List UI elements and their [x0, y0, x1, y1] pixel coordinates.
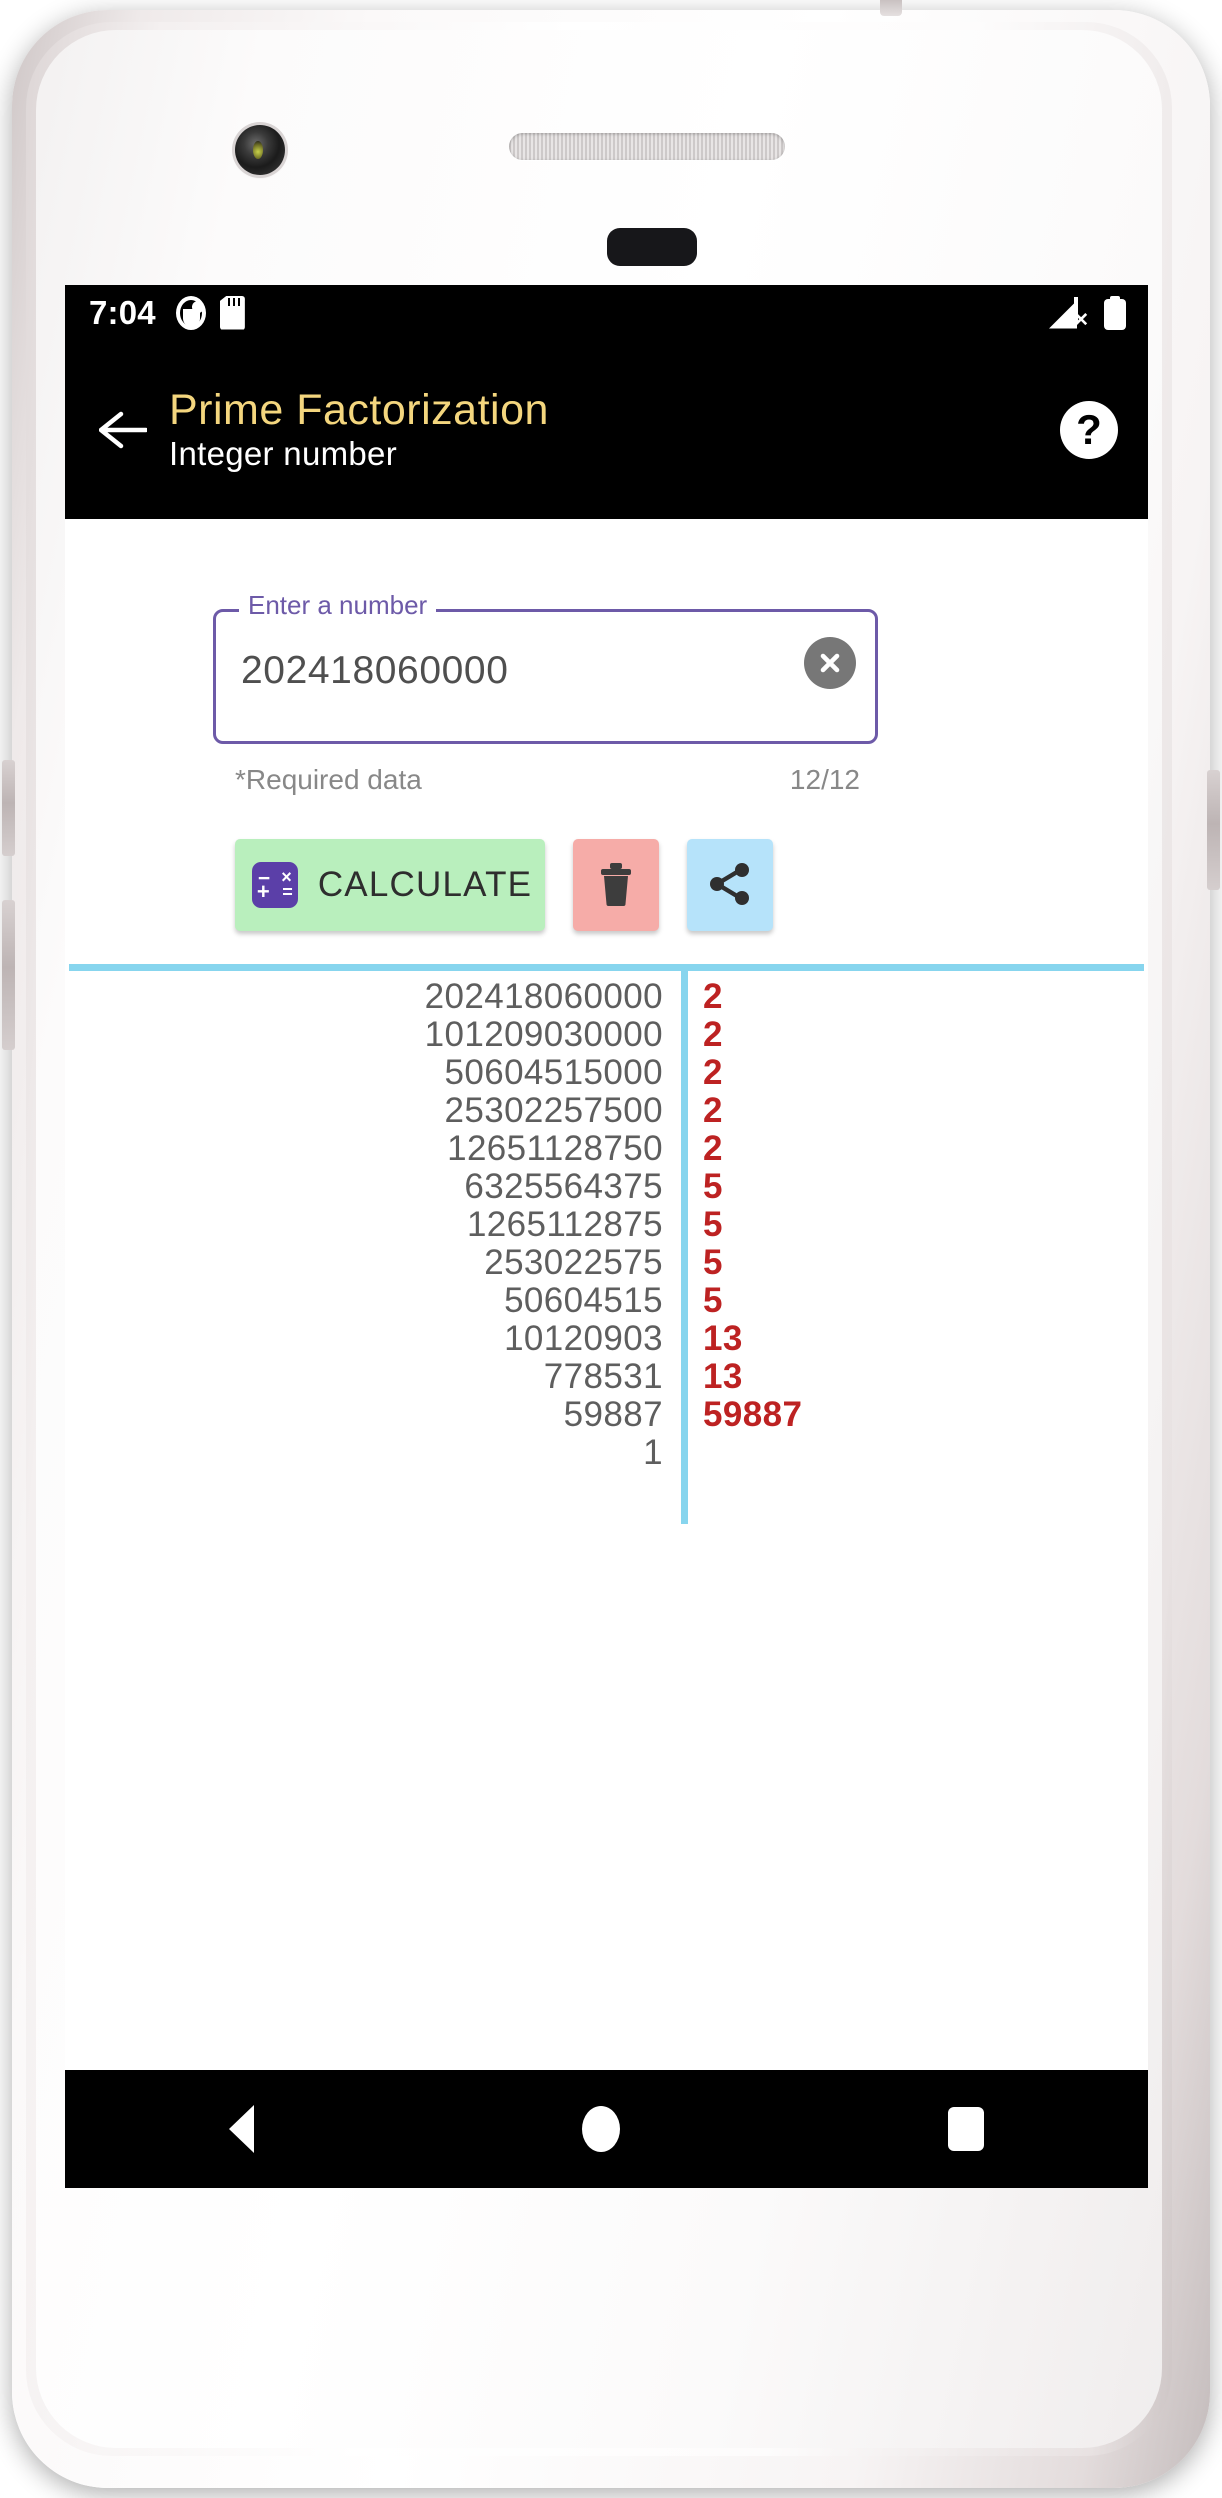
table-dividend: 253022575 — [484, 1243, 663, 1282]
earpiece-speaker — [509, 133, 785, 160]
sd-card-icon — [219, 295, 245, 330]
table-prime-factor: 5 — [703, 1281, 723, 1320]
table-prime-factor: 13 — [703, 1357, 743, 1396]
table-prime-factor: 2 — [703, 1129, 723, 1168]
nav-recents-square-icon[interactable] — [948, 2107, 984, 2151]
page-title: Prime Factorization — [169, 386, 549, 435]
table-dividend: 59887 — [563, 1395, 663, 1434]
table-prime-factor: 5 — [703, 1167, 723, 1206]
app-content: Enter a number 202418060000 *Required da… — [65, 519, 1148, 2188]
table-row: 12651128750 2 — [65, 1129, 1148, 1168]
table-row: 1 — [65, 1433, 1148, 1472]
table-dividend: 10120903 — [504, 1319, 663, 1358]
status-bar-clock: 7:04 — [89, 293, 156, 331]
page-subtitle: Integer number — [169, 434, 397, 472]
table-prime-factor: 5 — [703, 1243, 723, 1282]
table-dividend: 50604515000 — [444, 1053, 663, 1092]
table-dividend: 50604515 — [504, 1281, 663, 1320]
number-input-value[interactable]: 202418060000 — [241, 649, 508, 693]
clear-circle-x-icon[interactable] — [804, 637, 856, 689]
table-row: 1265112875 5 — [65, 1205, 1148, 1244]
share-icon — [708, 862, 752, 909]
number-input-field[interactable]: Enter a number 202418060000 — [213, 592, 878, 744]
input-helper-row: *Required data 12/12 — [235, 764, 860, 796]
required-data-label: *Required data — [235, 764, 422, 795]
android-navigation-bar — [65, 2070, 1148, 2188]
table-prime-factor: 2 — [703, 1053, 723, 1092]
table-rows: 202418060000 2 101209030000 2 50604515000 2 25… — [65, 977, 1148, 1472]
app-bar-titles: Prime Factorization Integer number — [169, 387, 549, 472]
table-dividend: 202418060000 — [424, 977, 663, 1016]
trash-icon — [596, 861, 636, 910]
table-dividend: 1 — [643, 1433, 663, 1472]
status-bar-left-icons — [175, 295, 245, 330]
volume-button[interactable] — [2, 900, 15, 1050]
table-row: 25302257500 2 — [65, 1091, 1148, 1130]
nav-back-triangle-icon[interactable] — [229, 2105, 254, 2153]
table-row: 50604515000 2 — [65, 1053, 1148, 1092]
table-dividend: 101209030000 — [424, 1015, 663, 1054]
character-counter: 12/12 — [789, 764, 860, 795]
calculator-icon: − × + = — [251, 862, 298, 908]
side-key-right[interactable] — [1207, 770, 1220, 890]
front-sensor-nub — [607, 228, 697, 266]
nav-home-circle-icon[interactable] — [582, 2106, 620, 2152]
calculate-button-label: CALCULATE — [317, 865, 533, 904]
battery-full-icon — [1104, 295, 1126, 330]
app-bar: Prime Factorization Integer number ? — [65, 340, 1148, 519]
table-row: 59887 59887 — [65, 1395, 1148, 1434]
status-bar: 7:04 ✕ — [65, 285, 1148, 340]
table-dividend: 6325564375 — [464, 1167, 663, 1206]
status-bar-right-icons: ✕ — [1049, 295, 1126, 330]
power-button[interactable] — [2, 760, 15, 856]
table-prime-factor: 2 — [703, 977, 723, 1016]
signal-no-sim-icon: ✕ — [1049, 296, 1089, 330]
nfc-icon — [175, 295, 206, 330]
share-button[interactable] — [687, 839, 773, 931]
table-prime-factor: 59887 — [703, 1395, 803, 1434]
screenshot-root: 7:04 ✕ Prime Factorization Integer numbe… — [0, 0, 1222, 2498]
table-row: 50604515 5 — [65, 1281, 1148, 1320]
table-row: 10120903 13 — [65, 1319, 1148, 1358]
back-arrow-icon[interactable] — [91, 398, 155, 462]
table-prime-factor: 5 — [703, 1205, 723, 1244]
table-row: 101209030000 2 — [65, 1015, 1148, 1054]
table-dividend: 25302257500 — [444, 1091, 663, 1130]
front-camera — [235, 125, 285, 175]
calculate-button[interactable]: − × + = CALCULATE — [235, 839, 545, 931]
results-top-divider — [69, 964, 1144, 971]
top-antenna-nub — [880, 0, 902, 16]
table-dividend: 1265112875 — [466, 1205, 663, 1244]
number-input-label: Enter a number — [239, 592, 437, 618]
table-dividend: 778531 — [543, 1357, 663, 1396]
table-row: 6325564375 5 — [65, 1167, 1148, 1206]
table-row: 202418060000 2 — [65, 977, 1148, 1016]
table-prime-factor: 2 — [703, 1015, 723, 1054]
table-prime-factor: 2 — [703, 1091, 723, 1130]
table-row: 778531 13 — [65, 1357, 1148, 1396]
phone-screen: 7:04 ✕ Prime Factorization Integer numbe… — [65, 285, 1148, 2188]
table-dividend: 12651128750 — [447, 1129, 663, 1168]
help-icon[interactable]: ? — [1060, 400, 1118, 459]
factorization-table: 202418060000 2 101209030000 2 50604515000 2 25… — [65, 971, 1148, 1526]
delete-button[interactable] — [573, 839, 659, 931]
action-button-row: − × + = CALCULATE — [235, 839, 773, 931]
table-row: 253022575 5 — [65, 1243, 1148, 1282]
table-prime-factor: 13 — [703, 1319, 743, 1358]
